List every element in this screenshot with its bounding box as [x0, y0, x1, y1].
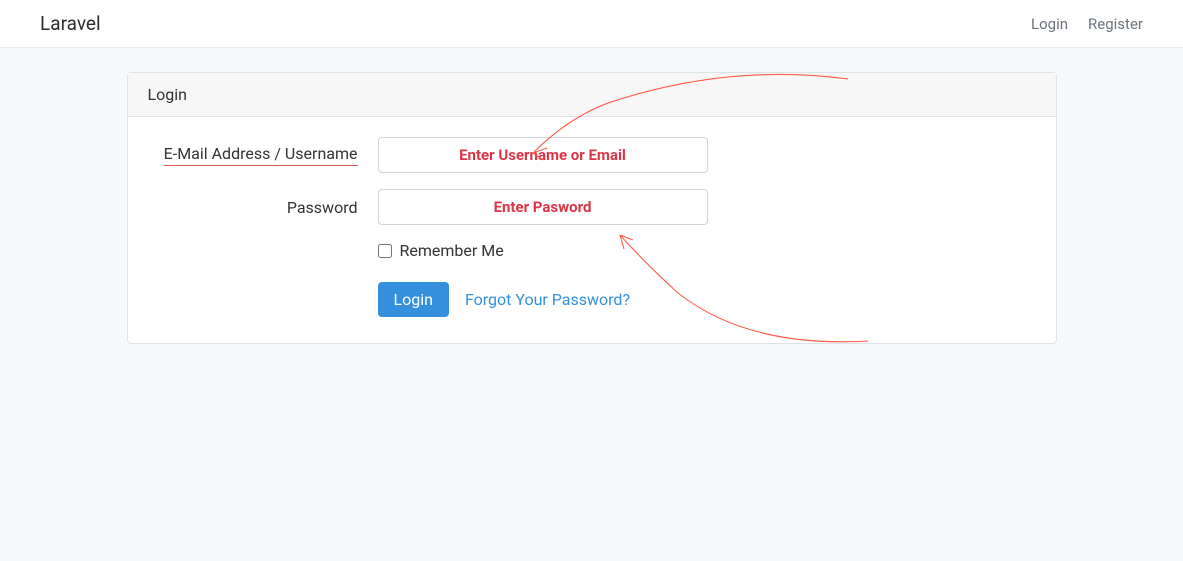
- main-container: Login E-Mail Address / Username Password: [112, 72, 1072, 344]
- password-label-col: Password: [148, 198, 378, 217]
- nav-login-link[interactable]: Login: [1031, 15, 1068, 33]
- card-header: Login: [128, 73, 1056, 117]
- submit-row: Login Forgot Your Password?: [378, 282, 1036, 317]
- password-input-col: [378, 189, 708, 225]
- remember-row: Remember Me: [378, 241, 1036, 260]
- brand-link[interactable]: Laravel: [40, 12, 101, 35]
- remember-label: Remember Me: [400, 241, 504, 260]
- nav-register-link[interactable]: Register: [1088, 15, 1143, 33]
- login-card: Login E-Mail Address / Username Password: [127, 72, 1057, 344]
- email-label: E-Mail Address / Username: [164, 144, 358, 166]
- password-row: Password: [148, 189, 1036, 225]
- card-body: E-Mail Address / Username Password Remem…: [128, 117, 1056, 343]
- navbar: Laravel Login Register: [0, 0, 1183, 48]
- password-input[interactable]: [378, 189, 708, 225]
- email-label-col: E-Mail Address / Username: [148, 144, 378, 166]
- email-row: E-Mail Address / Username: [148, 137, 1036, 173]
- remember-checkbox[interactable]: [378, 244, 392, 258]
- email-input-col: [378, 137, 708, 173]
- forgot-password-link[interactable]: Forgot Your Password?: [465, 290, 630, 309]
- email-input[interactable]: [378, 137, 708, 173]
- password-label: Password: [287, 198, 358, 217]
- nav-links: Login Register: [1031, 15, 1143, 33]
- login-button[interactable]: Login: [378, 282, 449, 317]
